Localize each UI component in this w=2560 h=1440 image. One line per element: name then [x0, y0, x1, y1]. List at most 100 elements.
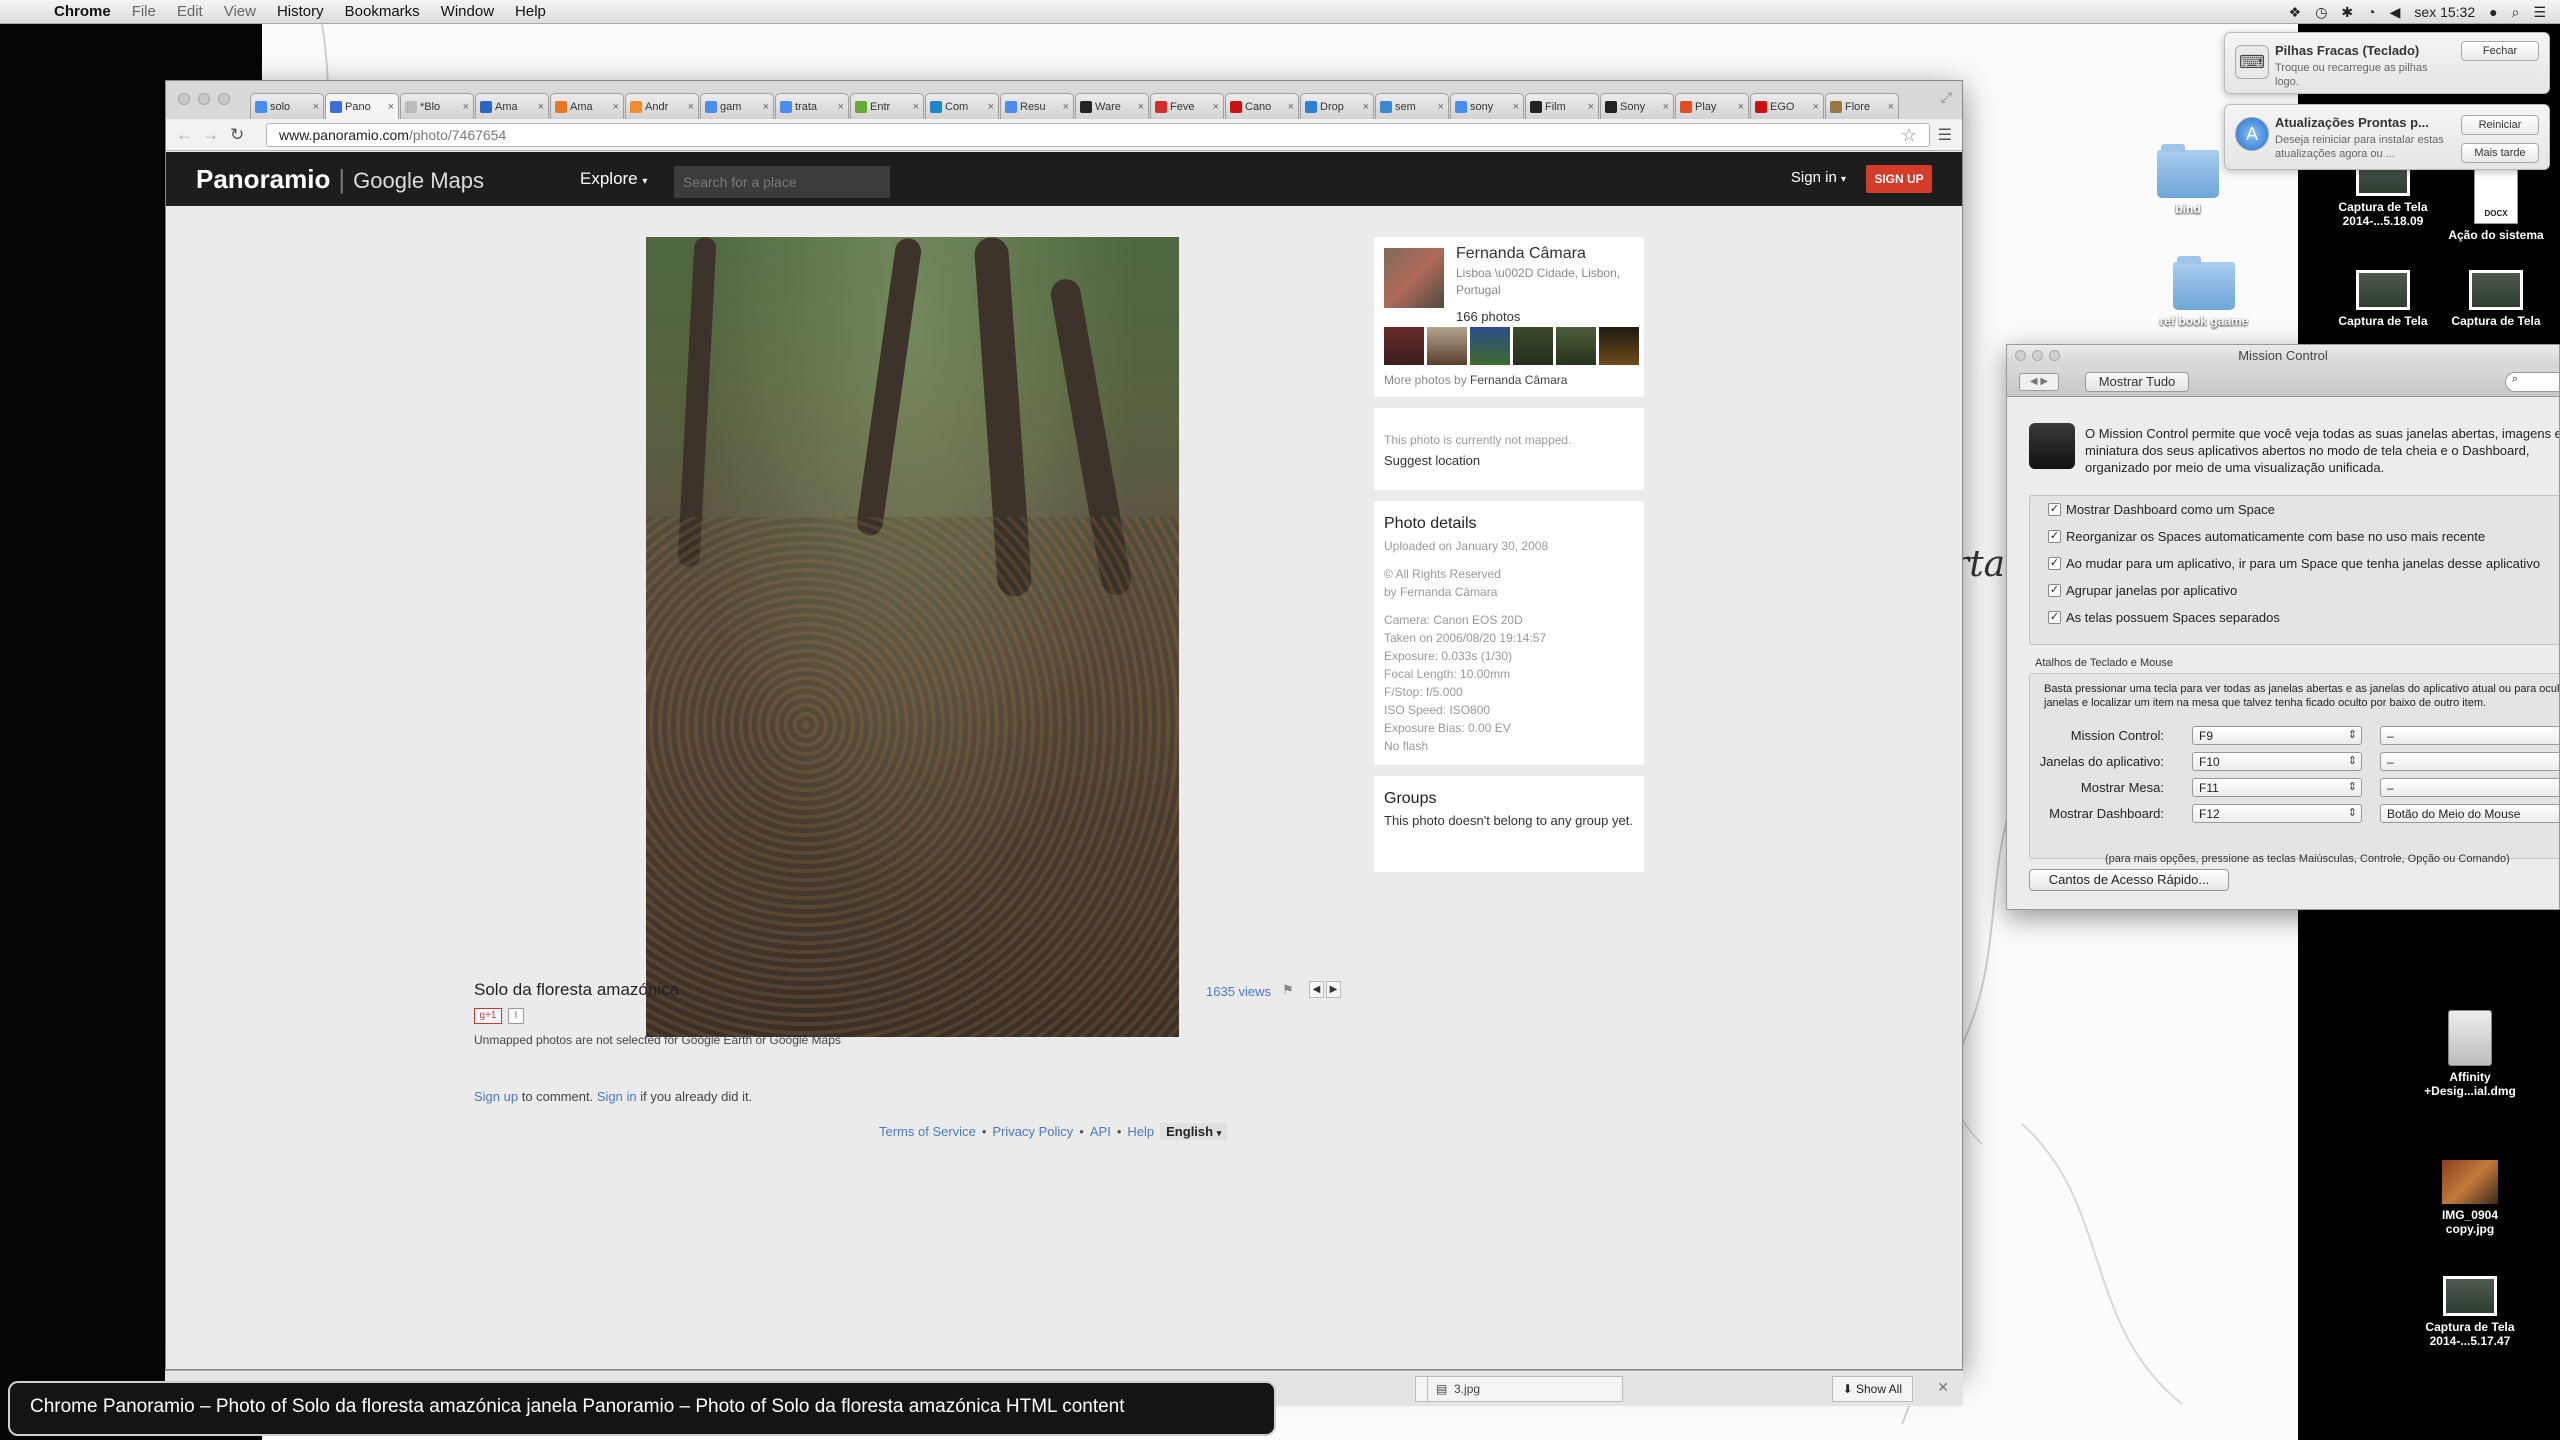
- browser-tab[interactable]: Resu ×: [1000, 93, 1074, 119]
- tab-close-icon[interactable]: ×: [1663, 101, 1669, 113]
- spotlight-icon[interactable]: ⌕: [2512, 4, 2520, 21]
- tab-close-icon[interactable]: ×: [1363, 101, 1369, 113]
- address-bar[interactable]: www.panoramio.com/photo/7467654 ☆: [266, 123, 1930, 147]
- zoom-button[interactable]: [2049, 350, 2060, 361]
- browser-tab[interactable]: Play ×: [1675, 93, 1749, 119]
- browser-tab[interactable]: Andr ×: [625, 93, 699, 119]
- time-machine-icon[interactable]: ◷: [2315, 4, 2327, 21]
- mouse-select[interactable]: –: [2380, 778, 2559, 797]
- flag-icon[interactable]: ⚑: [1282, 982, 1294, 998]
- browser-tab[interactable]: Pano ×: [325, 93, 399, 119]
- close-button[interactable]: [2015, 350, 2026, 361]
- checkbox-switch-space[interactable]: ✓ Ao mudar para um aplicativo, ir para um…: [2048, 556, 2540, 571]
- sign-up-link[interactable]: Sign up: [474, 1089, 518, 1104]
- browser-tab[interactable]: Ama ×: [475, 93, 549, 119]
- key-select[interactable]: F11: [2192, 778, 2362, 797]
- tab-close-icon[interactable]: ×: [688, 101, 694, 113]
- tab-close-icon[interactable]: ×: [538, 101, 544, 113]
- browser-tab[interactable]: Feve ×: [1150, 93, 1224, 119]
- close-button[interactable]: [178, 93, 190, 105]
- browser-tab[interactable]: Sony ×: [1600, 93, 1674, 119]
- place-search-input[interactable]: [674, 166, 890, 198]
- minimize-button[interactable]: [198, 93, 210, 105]
- desktop-screenshot-2[interactable]: Captura de Tela: [2333, 270, 2433, 328]
- reload-icon[interactable]: ↻: [230, 125, 244, 145]
- close-button[interactable]: Fechar: [2461, 41, 2539, 61]
- show-all-button[interactable]: Mostrar Tudo: [2085, 372, 2189, 392]
- menu-history[interactable]: History: [277, 3, 324, 20]
- previous-photo-button[interactable]: ◀: [1309, 981, 1324, 998]
- key-select[interactable]: F9: [2192, 726, 2362, 745]
- browser-tab[interactable]: Flore ×: [1825, 93, 1899, 119]
- browser-tab[interactable]: Ware ×: [1075, 93, 1149, 119]
- close-downloads-icon[interactable]: ✕: [1937, 1379, 1949, 1396]
- google-plus-one-button[interactable]: g+1: [474, 1008, 502, 1024]
- menu-app-chrome[interactable]: Chrome: [54, 3, 111, 20]
- menu-window[interactable]: Window: [441, 3, 494, 20]
- bookmark-star-icon[interactable]: ☆: [1901, 125, 1917, 146]
- browser-tab[interactable]: EGO ×: [1750, 93, 1824, 119]
- tab-close-icon[interactable]: ×: [913, 101, 919, 113]
- thumbnail[interactable]: [1470, 327, 1510, 365]
- restart-button[interactable]: Reiniciar: [2461, 115, 2539, 135]
- tab-close-icon[interactable]: ×: [388, 101, 394, 113]
- tab-close-icon[interactable]: ×: [313, 101, 319, 113]
- help-link[interactable]: Help: [1127, 1124, 1154, 1139]
- chrome-menu-icon[interactable]: ☰: [1938, 125, 1952, 145]
- next-photo-button[interactable]: ▶: [1326, 981, 1341, 998]
- tab-close-icon[interactable]: ×: [1138, 101, 1144, 113]
- author-photo-count[interactable]: 166 photos: [1456, 309, 1520, 324]
- browser-tab[interactable]: trata ×: [775, 93, 849, 119]
- checkbox-checked[interactable]: ✓: [2048, 503, 2061, 516]
- tab-close-icon[interactable]: ×: [1288, 101, 1294, 113]
- prefs-search-input[interactable]: ⌕: [2505, 372, 2559, 392]
- api-link[interactable]: API: [1090, 1124, 1111, 1139]
- notification-center-icon[interactable]: ☰: [2533, 4, 2546, 21]
- twitter-icon[interactable]: t: [508, 1008, 524, 1024]
- tab-close-icon[interactable]: ×: [1513, 101, 1519, 113]
- user-icon[interactable]: ●: [2489, 4, 2497, 20]
- thumbnail[interactable]: [1599, 327, 1639, 365]
- view-count[interactable]: 1635 views: [1206, 984, 1271, 999]
- sign-in-link[interactable]: Sign in: [597, 1089, 637, 1104]
- checkbox-checked[interactable]: ✓: [2048, 584, 2061, 597]
- checkbox-checked[interactable]: ✓: [2048, 557, 2061, 570]
- thumbnail[interactable]: [1556, 327, 1596, 365]
- browser-tab[interactable]: solo ×: [250, 93, 324, 119]
- tab-close-icon[interactable]: ×: [763, 101, 769, 113]
- menu-file[interactable]: File: [132, 3, 156, 20]
- tab-close-icon[interactable]: ×: [988, 101, 994, 113]
- desktop-img-0904[interactable]: IMG_0904 copy.jpg: [2420, 1160, 2520, 1236]
- checkbox-dashboard-space[interactable]: ✓ Mostrar Dashboard como um Space: [2048, 502, 2275, 517]
- thumbnail[interactable]: [1513, 327, 1553, 365]
- tab-close-icon[interactable]: ×: [1063, 101, 1069, 113]
- browser-tab[interactable]: Film ×: [1525, 93, 1599, 119]
- wifi-icon[interactable]: ◔: [2367, 4, 2375, 20]
- tab-close-icon[interactable]: ×: [463, 101, 469, 113]
- terms-link[interactable]: Terms of Service: [879, 1124, 976, 1139]
- tab-close-icon[interactable]: ×: [613, 101, 619, 113]
- author-name[interactable]: Fernanda Câmara: [1456, 245, 1586, 263]
- volume-icon[interactable]: ◀: [2390, 4, 2401, 21]
- browser-tab[interactable]: Com ×: [925, 93, 999, 119]
- language-select[interactable]: English ▾: [1160, 1123, 1228, 1140]
- zoom-button[interactable]: [218, 93, 230, 105]
- later-button[interactable]: Mais tarde: [2461, 143, 2539, 163]
- browser-tab[interactable]: Drop ×: [1300, 93, 1374, 119]
- checkbox-checked[interactable]: ✓: [2048, 530, 2061, 543]
- menu-view[interactable]: View: [224, 3, 256, 20]
- explore-menu[interactable]: Explore ▾: [580, 169, 647, 189]
- browser-tab[interactable]: Entr ×: [850, 93, 924, 119]
- tab-close-icon[interactable]: ×: [1813, 101, 1819, 113]
- checkbox-group-windows[interactable]: ✓ Agrupar janelas por aplicativo: [2048, 583, 2237, 598]
- tab-close-icon[interactable]: ×: [1738, 101, 1744, 113]
- desktop-folder-bind[interactable]: bind: [2138, 144, 2238, 216]
- dropbox-icon[interactable]: ❖: [2289, 4, 2302, 21]
- checkbox-checked[interactable]: ✓: [2048, 611, 2061, 624]
- tab-close-icon[interactable]: ×: [838, 101, 844, 113]
- key-select[interactable]: F10: [2192, 752, 2362, 771]
- mouse-select[interactable]: Botão do Meio do Mouse: [2380, 804, 2559, 823]
- browser-tab[interactable]: gam ×: [700, 93, 774, 119]
- browser-tab[interactable]: sem ×: [1375, 93, 1449, 119]
- bluetooth-icon[interactable]: ✱: [2341, 4, 2353, 21]
